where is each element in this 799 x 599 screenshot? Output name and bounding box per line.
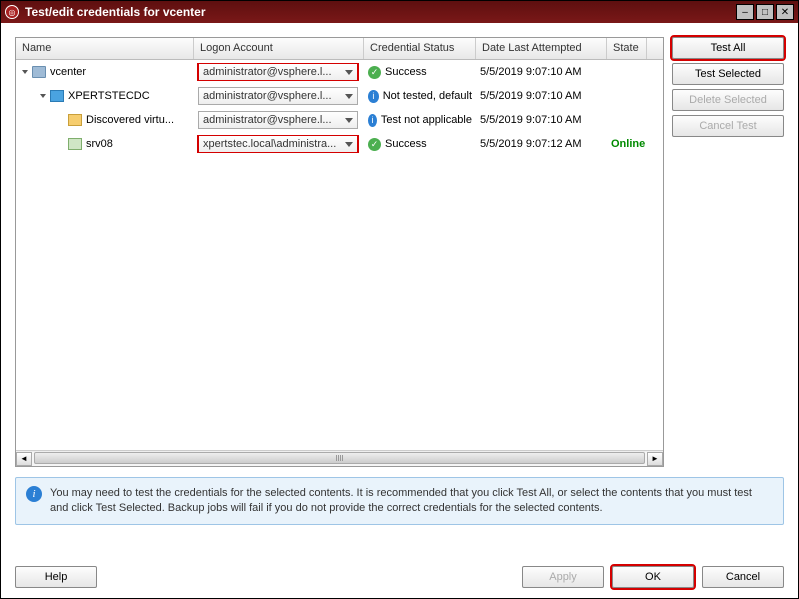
- cell-date: 5/5/2019 9:07:10 AM: [476, 90, 607, 102]
- cell-logon: administrator@vsphere.l...: [194, 63, 364, 81]
- cell-logon: administrator@vsphere.l...: [194, 87, 364, 105]
- tree-toggle-icon[interactable]: [40, 94, 46, 98]
- vcenter-icon: [32, 66, 46, 78]
- close-button[interactable]: ✕: [776, 4, 794, 20]
- ok-button[interactable]: OK: [612, 566, 694, 588]
- help-button[interactable]: Help: [15, 566, 97, 588]
- table-row[interactable]: XPERTSTECDC administrator@vsphere.l... i No…: [16, 84, 663, 108]
- info-panel: i You may need to test the credentials f…: [15, 477, 784, 525]
- scroll-right-button[interactable]: ►: [647, 452, 663, 466]
- folder-icon: [68, 114, 82, 126]
- horizontal-scrollbar[interactable]: ◄ ►: [16, 450, 663, 466]
- info-status-icon: i: [368, 90, 379, 103]
- cell-name: XPERTSTECDC: [16, 90, 194, 102]
- grid-header: Name Logon Account Credential Status Dat…: [16, 38, 663, 60]
- chevron-down-icon: [345, 118, 353, 123]
- logon-account-value: administrator@vsphere.l...: [203, 90, 341, 102]
- status-label: Test not applicable: [381, 114, 472, 126]
- row-name-label: srv08: [86, 138, 113, 150]
- test-all-button[interactable]: Test All: [672, 37, 784, 59]
- cell-date: 5/5/2019 9:07:10 AM: [476, 114, 607, 126]
- col-name[interactable]: Name: [16, 38, 194, 59]
- chevron-down-icon: [345, 142, 353, 147]
- cell-name: Discovered virtu...: [16, 114, 194, 126]
- cancel-test-button[interactable]: Cancel Test: [672, 115, 784, 137]
- cell-name: vcenter: [16, 66, 194, 78]
- window-title: Test/edit credentials for vcenter: [25, 5, 736, 19]
- cell-status: i Test not applicable: [364, 114, 476, 127]
- titlebar: ◎ Test/edit credentials for vcenter – □ …: [1, 1, 798, 23]
- tree-toggle-icon[interactable]: [22, 70, 28, 74]
- delete-selected-button[interactable]: Delete Selected: [672, 89, 784, 111]
- cell-status: ✓ Success: [364, 66, 476, 79]
- logon-account-dropdown[interactable]: administrator@vsphere.l...: [198, 63, 358, 81]
- host-icon: [68, 138, 82, 150]
- datacenter-icon: [50, 90, 64, 102]
- logon-account-dropdown[interactable]: administrator@vsphere.l...: [198, 111, 358, 129]
- cell-state: Online: [607, 138, 647, 150]
- state-label: Online: [611, 138, 645, 150]
- info-icon: i: [26, 486, 42, 502]
- table-row[interactable]: vcenter administrator@vsphere.l... ✓ Succes…: [16, 60, 663, 84]
- cell-date: 5/5/2019 9:07:12 AM: [476, 138, 607, 150]
- app-icon: ◎: [5, 5, 19, 19]
- cell-name: srv08: [16, 138, 194, 150]
- test-selected-button[interactable]: Test Selected: [672, 63, 784, 85]
- cell-status: i Not tested, default: [364, 90, 476, 103]
- logon-account-value: administrator@vsphere.l...: [203, 66, 341, 78]
- check-icon: ✓: [368, 66, 381, 79]
- check-icon: ✓: [368, 138, 381, 151]
- status-label: Success: [385, 66, 427, 78]
- side-button-panel: Test All Test Selected Delete Selected C…: [672, 37, 784, 467]
- row-name-label: XPERTSTECDC: [68, 90, 150, 102]
- cell-date: 5/5/2019 9:07:10 AM: [476, 66, 607, 78]
- chevron-down-icon: [345, 70, 353, 75]
- credentials-grid: Name Logon Account Credential Status Dat…: [15, 37, 664, 467]
- info-text: You may need to test the credentials for…: [50, 486, 773, 516]
- table-row[interactable]: Discovered virtu... administrator@vsphere…: [16, 108, 663, 132]
- cell-logon: xpertstec.local\administra...: [194, 135, 364, 153]
- col-status[interactable]: Credential Status: [364, 38, 476, 59]
- table-row[interactable]: srv08 xpertstec.local\administra... ✓ Succe…: [16, 132, 663, 156]
- minimize-button[interactable]: –: [736, 4, 754, 20]
- logon-account-dropdown[interactable]: administrator@vsphere.l...: [198, 87, 358, 105]
- status-label: Not tested, default: [383, 90, 472, 102]
- scroll-left-button[interactable]: ◄: [16, 452, 32, 466]
- status-label: Success: [385, 138, 427, 150]
- maximize-button[interactable]: □: [756, 4, 774, 20]
- cell-status: ✓ Success: [364, 138, 476, 151]
- scroll-thumb[interactable]: [34, 452, 645, 464]
- logon-account-value: xpertstec.local\administra...: [203, 138, 341, 150]
- scroll-track[interactable]: [32, 452, 647, 466]
- col-logon[interactable]: Logon Account: [194, 38, 364, 59]
- apply-button[interactable]: Apply: [522, 566, 604, 588]
- logon-account-value: administrator@vsphere.l...: [203, 114, 341, 126]
- row-name-label: Discovered virtu...: [86, 114, 174, 126]
- chevron-down-icon: [345, 94, 353, 99]
- col-state[interactable]: State: [607, 38, 647, 59]
- row-name-label: vcenter: [50, 66, 86, 78]
- footer: Help Apply OK Cancel: [15, 552, 784, 588]
- info-status-icon: i: [368, 114, 377, 127]
- cancel-button[interactable]: Cancel: [702, 566, 784, 588]
- cell-logon: administrator@vsphere.l...: [194, 111, 364, 129]
- logon-account-dropdown[interactable]: xpertstec.local\administra...: [198, 135, 358, 153]
- col-date[interactable]: Date Last Attempted: [476, 38, 607, 59]
